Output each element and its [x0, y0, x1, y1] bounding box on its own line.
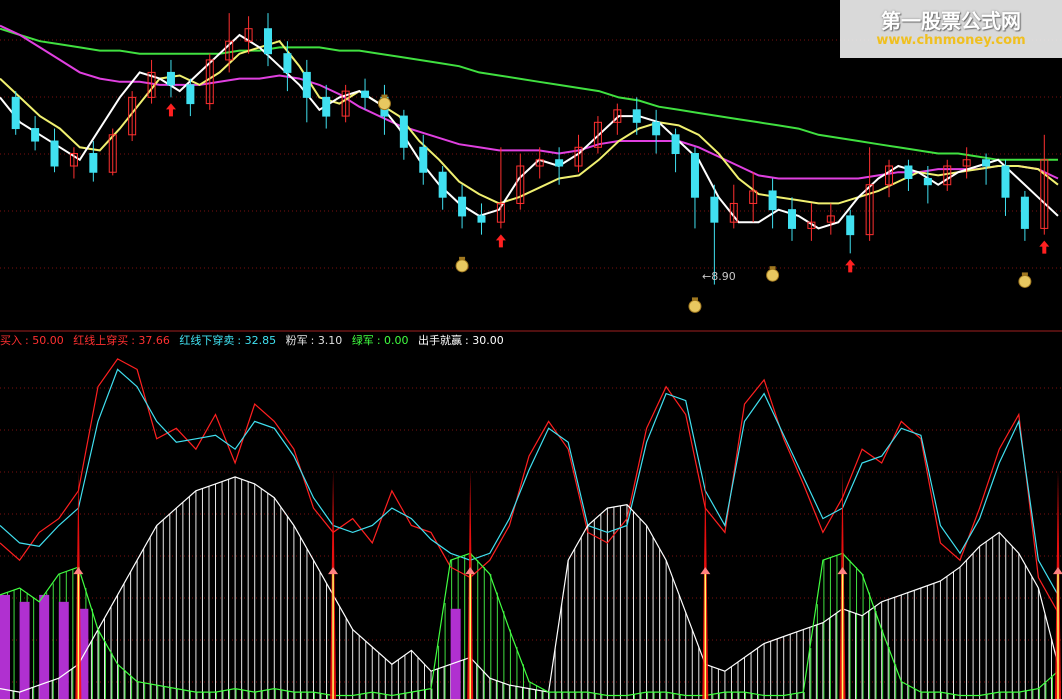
- legend-item-pink: 粉军: 3.10: [285, 334, 343, 347]
- low-price-label: 8.90: [711, 270, 736, 283]
- signal-arrow-icon: [700, 567, 711, 575]
- legend-name: 红线下穿卖: [179, 334, 235, 347]
- candle-down: [458, 196, 467, 217]
- legend-value: 50.00: [32, 334, 64, 347]
- indicator-line: [0, 368, 1059, 596]
- money-bag-icon: [1018, 274, 1032, 288]
- legend-value: 32.85: [244, 334, 277, 347]
- money-bag-tie: [381, 94, 388, 98]
- purple-bar: [19, 601, 30, 699]
- candle-down: [50, 140, 59, 167]
- candle-down: [768, 190, 777, 211]
- legend-value: 3.10: [317, 334, 343, 347]
- signal-arrow-icon: [465, 567, 476, 575]
- buy-arrow-icon: [1039, 240, 1050, 254]
- candle-down: [302, 71, 311, 98]
- purple-bar: [450, 608, 461, 699]
- candle-down: [419, 146, 428, 173]
- candle-down: [322, 96, 331, 117]
- legend-name: 绿军: [351, 334, 374, 347]
- indicator-bars: [0, 476, 1053, 699]
- candle-down: [264, 28, 272, 55]
- money-bag-tie: [1021, 272, 1028, 276]
- candle-down: [1020, 196, 1029, 229]
- legend-value: 37.66: [138, 334, 170, 347]
- buy-arrow-icon: [845, 259, 856, 273]
- candle-down: [788, 209, 796, 229]
- money-bag-icon: [455, 259, 469, 273]
- candle-down: [477, 215, 486, 223]
- low-price-annotation: ←8.90: [702, 270, 736, 283]
- candle-down: [632, 109, 641, 123]
- indicator-lines: [0, 358, 1059, 697]
- money-bag-tie: [459, 256, 466, 260]
- money-bag-tie: [691, 297, 698, 301]
- legend-item-win: 出手就赢: 30.00: [418, 334, 504, 347]
- indicator-line: [0, 552, 1059, 697]
- candle-down: [1001, 165, 1010, 198]
- purple-bar: [58, 601, 69, 699]
- money-bag-tie: [769, 266, 776, 270]
- moving-average-line: [0, 33, 1059, 230]
- candle-down: [438, 171, 447, 198]
- signal-arrow-icon: [328, 567, 339, 575]
- watermark-title: 第一股票公式网: [881, 9, 1021, 33]
- candle-down: [710, 196, 719, 223]
- legend-value: 30.00: [472, 334, 504, 347]
- legend-item-buy: 买入: 50.00: [0, 334, 64, 347]
- candle-down: [904, 165, 913, 179]
- buy-arrow-icon: [165, 103, 176, 117]
- legend-item-redup: 红线上穿买: 37.66: [73, 334, 170, 347]
- candle-down: [671, 134, 680, 155]
- indicator-line: [0, 358, 1059, 613]
- candle-down: [555, 159, 564, 167]
- signal-arrow-icon: [837, 567, 848, 575]
- low-price-arrow: ←: [702, 270, 712, 283]
- legend-item-reddown: 红线下穿卖: 32.85: [179, 334, 277, 347]
- candle-down: [283, 53, 292, 73]
- candle-down: [982, 159, 991, 167]
- candle-down: [690, 153, 699, 198]
- candle-down: [846, 215, 855, 236]
- legend-value: 0.00: [384, 334, 409, 347]
- money-bag-icon: [766, 268, 780, 282]
- legend-name: 买入: [0, 334, 22, 347]
- indicator-legend: 买入: 50.00 红线上穿买: 37.66 红线下穿卖: 32.85 粉军: …: [0, 333, 510, 349]
- buy-arrow-icon: [495, 234, 506, 248]
- money-bag-icon: [688, 299, 702, 313]
- money-bag-icon: [377, 97, 391, 111]
- legend-name: 粉军: [285, 334, 308, 347]
- signal-arrow-icon: [1053, 567, 1062, 575]
- candle-down: [186, 84, 195, 105]
- candle-down: [361, 90, 370, 98]
- candle-down: [652, 121, 661, 136]
- watermark: 第一股票公式网 www.chnmoney.com: [840, 0, 1062, 58]
- watermark-url: www.chnmoney.com: [876, 33, 1026, 48]
- legend-name: 出手就赢: [418, 334, 463, 347]
- legend-item-green: 绿军: 0.00: [351, 334, 409, 347]
- indicator-line: [0, 476, 1059, 693]
- chart-canvas: [0, 13, 1062, 699]
- candle-down: [89, 153, 98, 173]
- candle-down: [923, 177, 932, 186]
- grid-lines: [0, 39, 1062, 683]
- purple-bar: [0, 594, 10, 699]
- candle-down: [31, 128, 40, 142]
- candle-down: [399, 115, 408, 148]
- candle-down: [11, 96, 20, 130]
- legend-name: 红线上穿买: [73, 334, 129, 347]
- moving-average-line: [0, 40, 1059, 205]
- candle-down: [166, 71, 175, 86]
